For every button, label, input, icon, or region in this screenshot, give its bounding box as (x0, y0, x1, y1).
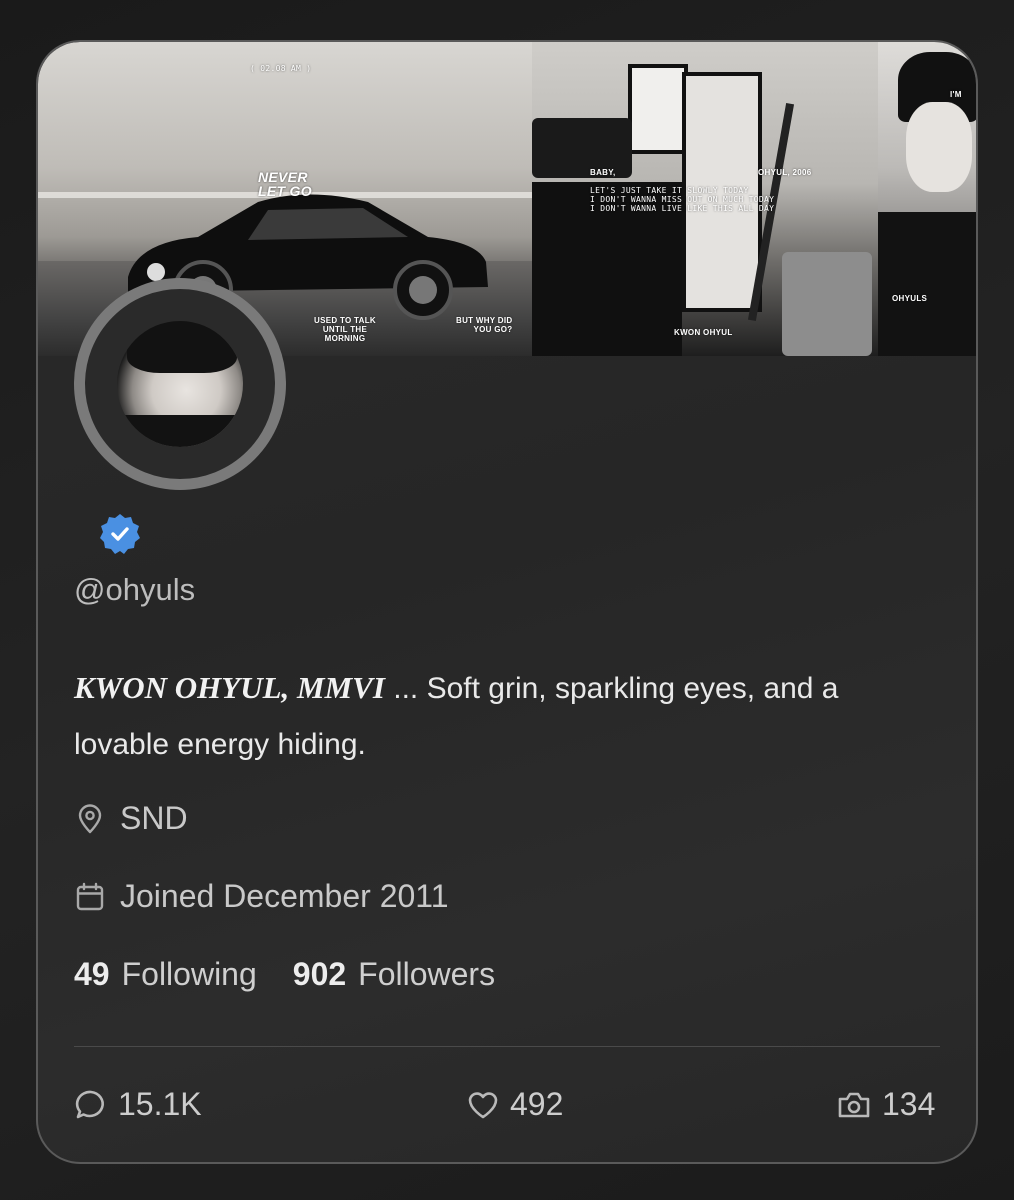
like-button[interactable]: 492 (466, 1086, 563, 1123)
heart-icon (468, 1091, 498, 1118)
banner-lyrics: LET'S JUST TAKE IT SLOWLY TODAY I DON'T … (590, 186, 775, 213)
avatar[interactable] (117, 321, 243, 447)
banner-image-room: BABY, OHYUL, 2006 LET'S JUST TAKE IT SLO… (532, 42, 878, 356)
divider (74, 1046, 940, 1047)
comment-icon (75, 1090, 104, 1118)
banner-im: I'M (950, 90, 962, 99)
joined-text: Joined December 2011 (120, 878, 449, 914)
following-link[interactable]: 49 Following (74, 956, 257, 993)
banner-kwon-ohyul: KWON OHYUL (674, 328, 733, 337)
banner-baby: BABY, (590, 168, 616, 177)
likes-count: 492 (510, 1086, 564, 1122)
location-pin-icon (78, 803, 102, 833)
location-row: SND (74, 800, 188, 837)
profile-card: ( 02.08 AM ) NEVER LET GO USED TO TALK U… (36, 40, 978, 1164)
profile-handle: @ohyuls (74, 572, 196, 607)
location-text: SND (120, 800, 188, 836)
joined-row: Joined December 2011 (74, 878, 449, 915)
calendar-icon (76, 882, 104, 910)
following-count: 49 (74, 956, 110, 992)
photos-count: 134 (882, 1086, 936, 1122)
banner-but-why: BUT WHY DID YOU GO? (456, 316, 513, 334)
profile-bio: KWON OHYUL, MMVI ... Soft grin, sparklin… (74, 660, 934, 773)
replies-button[interactable]: 15.1K (74, 1086, 202, 1123)
avatar-ring[interactable] (74, 278, 286, 490)
following-label: Following (121, 956, 257, 992)
photos-button[interactable]: 134 (836, 1086, 935, 1123)
banner-image-portrait: I'M OHYULS (878, 42, 976, 356)
banner-used-to-talk: USED TO TALK UNTIL THE MORNING (314, 316, 376, 343)
banner-never-let-go: NEVER LET GO (258, 169, 312, 199)
followers-link[interactable]: 902 Followers (293, 956, 495, 993)
banner-ohyuls: OHYULS (892, 294, 928, 303)
followers-count: 902 (292, 956, 347, 992)
bio-name: KWON OHYUL, MMVI (74, 670, 385, 705)
banner-time-tag: ( 02.08 AM ) (250, 64, 312, 73)
camera-icon (838, 1092, 870, 1117)
replies-count: 15.1K (118, 1086, 202, 1122)
follow-counts: 49 Following 902 Followers (74, 956, 531, 993)
banner-ohyul-year: OHYUL, 2006 (758, 168, 812, 177)
verified-badge-icon (100, 514, 140, 554)
followers-label: Followers (358, 956, 496, 992)
